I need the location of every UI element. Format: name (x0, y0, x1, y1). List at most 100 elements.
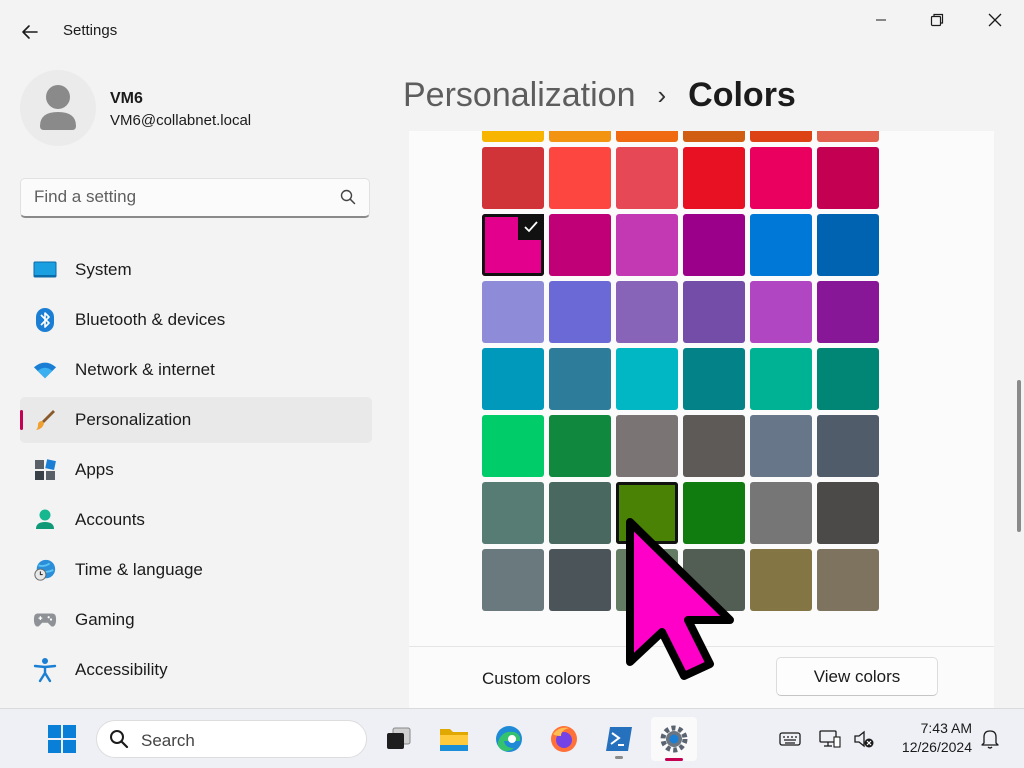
color-swatch[interactable] (549, 482, 611, 544)
view-colors-button[interactable]: View colors (776, 657, 938, 696)
color-swatch[interactable] (683, 549, 745, 611)
color-swatch[interactable] (616, 131, 678, 142)
app-title: Settings (63, 22, 118, 39)
sidebar-item-network[interactable]: Network & internet (20, 347, 372, 393)
color-swatch[interactable] (549, 348, 611, 410)
search-input[interactable] (21, 179, 321, 215)
settings-icon (660, 725, 688, 753)
start-button[interactable] (42, 719, 82, 759)
custom-colors-row: Custom colors View colors (409, 646, 994, 708)
color-swatch[interactable] (482, 482, 544, 544)
sidebar-item-personalization[interactable]: Personalization (20, 397, 372, 443)
color-swatch[interactable] (482, 281, 544, 343)
sidebar-item-bluetooth[interactable]: Bluetooth & devices (20, 297, 372, 343)
color-swatch[interactable] (683, 348, 745, 410)
taskbar: Search 7:43 AM 12/26/2024 (0, 708, 1024, 768)
color-swatch[interactable] (750, 415, 812, 477)
color-swatch[interactable] (482, 131, 544, 142)
sidebar-item-label: System (75, 260, 132, 279)
volume-muted-icon (854, 730, 874, 748)
color-swatch[interactable] (817, 415, 879, 477)
edge-button[interactable] (489, 719, 529, 759)
color-swatch[interactable] (616, 281, 678, 343)
sidebar-item-time-language[interactable]: Time & language (20, 547, 372, 593)
color-swatch[interactable] (683, 131, 745, 142)
color-swatch[interactable] (549, 281, 611, 343)
color-swatch[interactable] (683, 214, 745, 276)
taskbar-search[interactable]: Search (96, 720, 367, 758)
sidebar-item-gaming[interactable]: Gaming (20, 597, 372, 643)
color-swatch[interactable] (616, 415, 678, 477)
volume-tray-button[interactable] (846, 719, 882, 759)
color-swatch[interactable] (549, 549, 611, 611)
sidebar-nav: System Bluetooth & devices Network & int… (20, 247, 372, 697)
color-swatch[interactable] (616, 348, 678, 410)
sidebar-item-accessibility[interactable]: Accessibility (20, 647, 372, 693)
close-button[interactable] (972, 8, 1018, 32)
color-swatch[interactable] (750, 147, 812, 209)
color-swatch[interactable] (616, 482, 678, 544)
file-explorer-icon (440, 729, 468, 751)
color-swatch[interactable] (549, 415, 611, 477)
powershell-button[interactable] (599, 719, 639, 759)
clock[interactable]: 7:43 AM 12/26/2024 (886, 719, 972, 757)
color-swatch[interactable] (683, 147, 745, 209)
keyboard-tray-button[interactable] (772, 719, 808, 759)
bluetooth-icon (33, 308, 57, 332)
color-swatch[interactable] (817, 482, 879, 544)
color-swatch[interactable] (750, 482, 812, 544)
scrollbar-thumb[interactable] (1017, 380, 1021, 532)
color-swatch[interactable] (750, 131, 812, 142)
color-swatch[interactable] (750, 214, 812, 276)
search-icon[interactable] (339, 188, 357, 206)
sidebar-item-system[interactable]: System (20, 247, 372, 293)
task-view-icon (387, 727, 411, 749)
color-swatch[interactable] (482, 415, 544, 477)
color-swatch[interactable] (817, 348, 879, 410)
sidebar-item-accounts[interactable]: Accounts (20, 497, 372, 543)
edge-icon (496, 726, 522, 752)
sidebar-item-apps[interactable]: Apps (20, 447, 372, 493)
file-explorer-button[interactable] (434, 719, 474, 759)
color-swatch[interactable] (482, 549, 544, 611)
back-button[interactable] (14, 18, 46, 46)
settings-taskbar-button[interactable] (651, 717, 697, 761)
sidebar-item-label: Apps (75, 460, 114, 479)
color-swatch[interactable] (616, 549, 678, 611)
sidebar-item-label: Personalization (75, 410, 192, 429)
clock-time: 7:43 AM (920, 720, 972, 736)
color-swatch[interactable] (817, 214, 879, 276)
running-indicator (615, 756, 623, 759)
color-swatch[interactable] (817, 131, 879, 142)
network-tray-button[interactable] (812, 719, 848, 759)
color-swatch[interactable] (549, 131, 611, 142)
user-profile[interactable]: VM6 VM6@collabnet.local (20, 70, 370, 146)
color-swatch[interactable] (616, 214, 678, 276)
color-swatch[interactable] (750, 348, 812, 410)
task-view-button[interactable] (378, 719, 418, 759)
wifi-icon (33, 358, 57, 382)
color-swatch[interactable] (817, 147, 879, 209)
color-swatch[interactable] (549, 147, 611, 209)
user-email: VM6@collabnet.local (110, 112, 252, 129)
color-swatch[interactable] (616, 147, 678, 209)
color-swatch[interactable] (683, 281, 745, 343)
color-swatch[interactable] (750, 281, 812, 343)
breadcrumb-parent[interactable]: Personalization (403, 76, 635, 115)
settings-search (20, 178, 370, 218)
minimize-button[interactable] (858, 8, 904, 32)
color-swatch-selected[interactable] (482, 214, 544, 276)
color-swatch[interactable] (683, 415, 745, 477)
color-swatch[interactable] (683, 482, 745, 544)
color-swatch[interactable] (817, 281, 879, 343)
notifications-button[interactable] (972, 719, 1008, 759)
color-swatch[interactable] (482, 147, 544, 209)
restore-button[interactable] (914, 8, 960, 32)
color-swatch[interactable] (750, 549, 812, 611)
color-swatch[interactable] (549, 214, 611, 276)
color-swatch[interactable] (482, 348, 544, 410)
firefox-button[interactable] (544, 719, 584, 759)
notification-bell-icon (981, 730, 999, 749)
apps-icon (33, 458, 57, 482)
color-swatch[interactable] (817, 549, 879, 611)
